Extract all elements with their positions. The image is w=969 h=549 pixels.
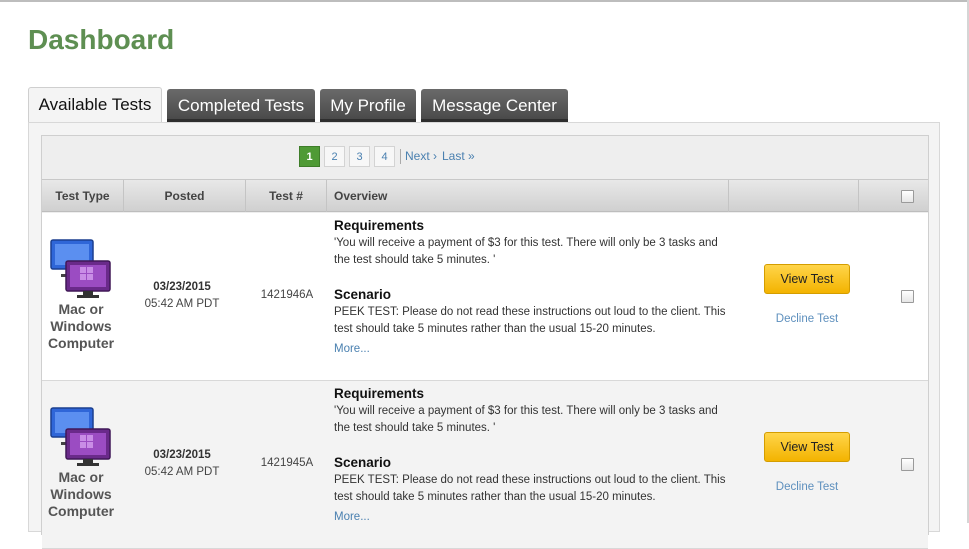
pagination-divider xyxy=(400,149,401,164)
test-number: 1421946A xyxy=(260,289,314,301)
column-actions xyxy=(729,180,859,212)
test-number: 1421945A xyxy=(260,457,314,469)
tab-my-profile[interactable]: My Profile xyxy=(320,89,416,122)
column-test-number[interactable]: Test # xyxy=(246,180,327,212)
last-page-link[interactable]: Last » xyxy=(442,149,475,163)
posted-date: 03/23/2015 xyxy=(153,449,211,461)
posted-time: 05:42 AM PDT xyxy=(144,466,220,478)
test-type-label: Mac or Windows Computer xyxy=(47,469,115,519)
select-all-checkbox[interactable] xyxy=(901,190,914,203)
page-2-button[interactable]: 2 xyxy=(324,146,345,167)
tests-table-container: 1 2 3 4 Next › Last » Test Type Posted T… xyxy=(41,135,929,549)
column-test-type[interactable]: Test Type xyxy=(42,180,124,212)
mac-windows-computer-icon xyxy=(50,407,111,466)
row-select-checkbox[interactable] xyxy=(901,458,914,471)
page-3-button[interactable]: 3 xyxy=(349,146,370,167)
test-type-label: Mac or Windows Computer xyxy=(47,301,115,351)
top-border xyxy=(0,0,969,2)
posted-time: 05:42 AM PDT xyxy=(144,298,220,310)
column-posted[interactable]: Posted xyxy=(124,180,246,212)
requirements-heading: Requirements xyxy=(334,386,425,401)
mac-windows-computer-icon xyxy=(50,239,111,298)
scenario-heading: Scenario xyxy=(334,287,392,302)
decline-test-link[interactable]: Decline Test xyxy=(764,313,850,325)
tab-completed-tests[interactable]: Completed Tests xyxy=(167,89,315,122)
page-title: Dashboard xyxy=(28,24,175,55)
decline-test-link[interactable]: Decline Test xyxy=(764,481,850,493)
tab-available-tests[interactable]: Available Tests xyxy=(28,87,162,123)
scenario-heading: Scenario xyxy=(334,455,392,470)
page-4-button[interactable]: 4 xyxy=(374,146,395,167)
more-link[interactable]: More... xyxy=(334,511,370,523)
table-row: Mac or Windows Computer 03/23/2015 05:42… xyxy=(42,213,928,381)
posted-date: 03/23/2015 xyxy=(153,281,211,293)
next-page-link[interactable]: Next › xyxy=(405,149,437,163)
table-row: Mac or Windows Computer 03/23/2015 05:42… xyxy=(42,381,928,549)
view-test-button[interactable]: View Test xyxy=(764,432,850,462)
tab-message-center[interactable]: Message Center xyxy=(421,89,568,122)
view-test-button[interactable]: View Test xyxy=(764,264,850,294)
scenario-text: PEEK TEST: Please do not read these inst… xyxy=(334,474,726,503)
scenario-text: PEEK TEST: Please do not read these inst… xyxy=(334,306,726,335)
requirements-text: 'You will receive a payment of $3 for th… xyxy=(334,237,718,266)
more-link[interactable]: More... xyxy=(334,343,370,355)
requirements-heading: Requirements xyxy=(334,218,425,233)
row-select-checkbox[interactable] xyxy=(901,290,914,303)
tab-panel: 1 2 3 4 Next › Last » Test Type Posted T… xyxy=(28,122,940,549)
page-1-button[interactable]: 1 xyxy=(299,146,320,167)
column-overview[interactable]: Overview xyxy=(327,180,729,212)
table-header: Test Type Posted Test # Overview xyxy=(42,179,928,212)
requirements-text: 'You will receive a payment of $3 for th… xyxy=(334,405,718,434)
